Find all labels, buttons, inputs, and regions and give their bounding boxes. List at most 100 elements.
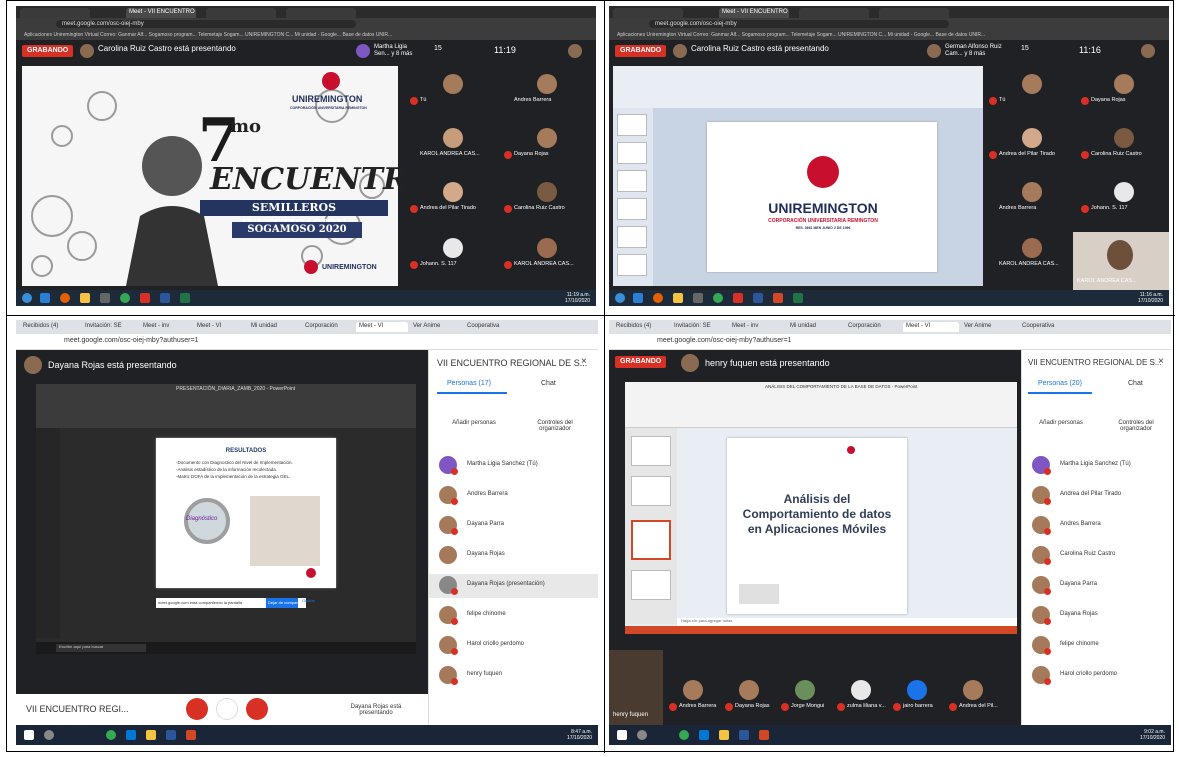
powerpoint-icon[interactable] — [759, 730, 769, 740]
participant-tile[interactable]: Dayana Rojas — [1079, 74, 1169, 110]
tab[interactable]: Ver Anime — [410, 322, 462, 332]
ie-icon[interactable] — [40, 293, 50, 303]
tab[interactable]: Meet - inv — [140, 322, 192, 332]
add-people-button[interactable]: Añadir personas — [1036, 420, 1086, 426]
add-people-button[interactable]: Añadir personas — [449, 420, 499, 426]
participant-row[interactable]: Dayana Parra — [429, 514, 598, 538]
tab-meet[interactable]: Meet - VI — [903, 322, 959, 332]
participant-row[interactable]: Carolina Ruiz Castro — [1022, 544, 1171, 568]
participant-row[interactable]: felipe chinome — [1022, 634, 1171, 658]
host-controls-button[interactable]: Controles del organizador — [1106, 420, 1166, 432]
self-video-tile[interactable]: KAROL ANDREA CAS... — [1073, 232, 1169, 290]
powerpoint-ribbon[interactable]: PRESENTACIÓN_DIARIA_ZAMB_2020 - PowerPoi… — [36, 384, 416, 428]
tab[interactable] — [799, 8, 869, 18]
participant-row[interactable]: Dayana Rojas — [1022, 604, 1171, 628]
participant-row[interactable]: Andrea del Pilar Tirado — [1022, 484, 1171, 508]
participant-row[interactable]: Andres Barrera — [429, 484, 598, 508]
participant-tile[interactable]: KAROL ANDREA CAS... — [987, 238, 1077, 274]
participant-tile[interactable]: Tú — [987, 74, 1077, 110]
slide-thumbnail[interactable] — [617, 198, 647, 220]
edge-icon[interactable] — [126, 730, 136, 740]
media-icon[interactable] — [693, 293, 703, 303]
presenting-label[interactable]: Dayana Rojas está presentando — [336, 704, 416, 716]
tab[interactable]: Invitación: SE — [82, 322, 138, 332]
participant-row[interactable]: Martha Ligia Sanchez (Tú) — [1022, 454, 1171, 478]
chrome-icon[interactable] — [106, 730, 116, 740]
slide-canvas[interactable]: RESULTADOS -Documento con Diagnostico de… — [156, 438, 336, 588]
slide-canvas[interactable]: UNIREMINGTON CORPORACIÓN UNIVERSITARIA R… — [707, 122, 937, 272]
chat-tab[interactable]: Chat — [541, 380, 556, 387]
participant-tile[interactable]: Dayana Rojas — [723, 680, 775, 716]
edge-icon[interactable] — [699, 730, 709, 740]
slide-thumbnail[interactable] — [617, 226, 647, 248]
word-icon[interactable] — [753, 293, 763, 303]
bookmarks-bar[interactable]: Aplicaciones Uniremington Virtual Correo… — [609, 30, 1169, 40]
powerpoint-icon[interactable] — [186, 730, 196, 740]
tab[interactable]: Mi unidad — [248, 322, 300, 332]
chat-tab[interactable]: Chat — [1128, 380, 1143, 387]
firefox-icon[interactable] — [653, 293, 663, 303]
tab[interactable]: Ver Anime — [961, 322, 1017, 332]
host-controls-button[interactable]: Controles del organizador — [525, 420, 585, 432]
participant-tile[interactable]: Dayana Rojas — [502, 128, 592, 164]
folder-icon[interactable] — [719, 730, 729, 740]
slide-thumbnail[interactable] — [617, 170, 647, 192]
tab-meet[interactable]: Meet - VII ENCUENTRO REGI — [126, 8, 196, 18]
participant-tile[interactable]: jairo barrera — [891, 680, 943, 716]
participant-tile[interactable]: Andres Barrera — [667, 680, 719, 716]
slide-canvas[interactable]: Análisis del Comportamiento de datos en … — [727, 438, 907, 614]
tab[interactable]: Corporación — [845, 322, 901, 332]
slide-thumbnail-selected[interactable] — [631, 520, 671, 560]
stop-sharing-button[interactable]: Dejar de compartir — [266, 598, 298, 608]
participant-tile[interactable]: zulma liliana v... — [835, 680, 887, 716]
slide-thumbnail[interactable] — [617, 114, 647, 136]
folder-icon[interactable] — [673, 293, 683, 303]
tab[interactable]: Invitación: SE — [671, 322, 727, 332]
slide-thumbnail[interactable] — [631, 436, 671, 466]
slide-thumbnail[interactable] — [631, 570, 671, 600]
close-icon[interactable]: × — [581, 356, 587, 367]
tab[interactable]: Meet - VI — [194, 322, 246, 332]
people-tab[interactable]: Personas (20) — [1038, 380, 1082, 387]
participant-row[interactable]: Andres Barrera — [1022, 514, 1171, 538]
participant-tile[interactable]: Johann. S. 117 — [408, 238, 498, 274]
app-icon[interactable] — [140, 293, 150, 303]
start-icon[interactable] — [24, 730, 34, 740]
slide-thumbnail[interactable] — [631, 476, 671, 506]
participant-row[interactable]: Dayana Parra — [1022, 574, 1171, 598]
chrome-icon[interactable] — [120, 293, 130, 303]
app-icon[interactable] — [733, 293, 743, 303]
tab[interactable] — [286, 8, 356, 18]
media-icon[interactable] — [100, 293, 110, 303]
hide-button[interactable]: Ocultar — [302, 598, 315, 603]
participant-row[interactable]: Harol criollo perdomo — [429, 634, 598, 658]
participant-tile[interactable]: Andrea del Pilar Tirado — [408, 182, 498, 218]
participant-tile[interactable]: Carolina Ruiz Castro — [1079, 128, 1169, 164]
participant-tile[interactable]: Jorge Mongui — [779, 680, 831, 716]
start-icon[interactable] — [22, 293, 32, 303]
url-input[interactable]: meet.google.com/osc-oiej-mby — [56, 20, 356, 28]
folder-icon[interactable] — [80, 293, 90, 303]
user-avatar[interactable] — [1141, 44, 1155, 58]
url-input[interactable]: meet.google.com/osc-oiej-mby?authuser=1 — [657, 337, 1077, 347]
hangup-button[interactable] — [216, 698, 238, 720]
search-input[interactable]: Escribe aquí para buscar — [56, 644, 146, 652]
tab-gmail[interactable]: Recibidos (4) — [613, 322, 669, 332]
close-icon[interactable]: × — [1158, 356, 1164, 367]
powerpoint-ribbon[interactable]: ANÁLISIS DEL COMPORTAMIENTO DE LA BASE D… — [625, 382, 1017, 428]
firefox-icon[interactable] — [60, 293, 70, 303]
excel-icon[interactable] — [793, 293, 803, 303]
notes-pane[interactable]: Haga clic para agregar notas — [677, 618, 1017, 626]
word-icon[interactable] — [166, 730, 176, 740]
powerpoint-icon[interactable] — [773, 293, 783, 303]
ie-icon[interactable] — [633, 293, 643, 303]
word-icon[interactable] — [160, 293, 170, 303]
camera-off-button[interactable] — [246, 698, 268, 720]
start-icon[interactable] — [615, 293, 625, 303]
slide-thumbnail[interactable] — [617, 142, 647, 164]
participant-tile[interactable]: Johann. S. 117 — [1079, 182, 1169, 218]
tab-meet[interactable]: Meet - VI — [356, 322, 408, 332]
tab[interactable] — [206, 8, 276, 18]
powerpoint-ribbon[interactable] — [613, 66, 983, 108]
participant-row[interactable]: Harol criollo perdomo — [1022, 664, 1171, 688]
